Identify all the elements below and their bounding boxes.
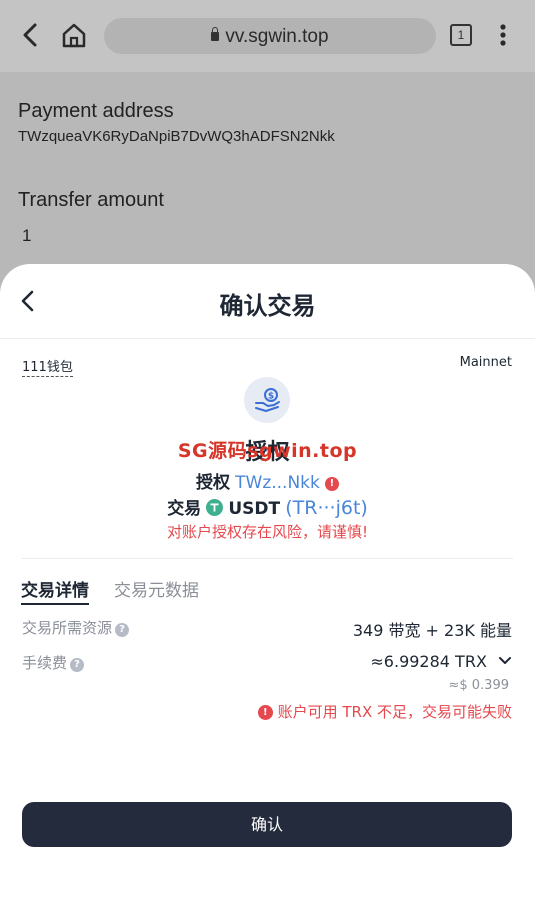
warning-icon: ! [324,477,339,491]
home-icon[interactable] [60,21,88,49]
token-symbol: USDT [228,499,281,519]
transfer-amount-value: 1 [22,226,32,245]
fee-usd: ≈$ 0.399 [448,678,509,693]
background-page: Payment address TWzqueaVK6RyDaNpiB7DvWQ3… [0,72,535,292]
lock-icon [211,27,220,41]
resources-value: 349 带宽 + 23K 能量 [352,621,512,640]
browser-toolbar: vv.sgwin.top 1 [0,0,535,72]
fee-label: 手续费 [22,654,68,672]
sheet-title: 确认交易 [219,292,316,320]
sheet-header: 确认交易 [0,264,535,339]
risk-row: 对账户授权存在风险，请谨慎! [0,521,535,542]
fee-value-row[interactable]: ≈6.99284 TRX [370,652,512,671]
hand-coin-icon: $ [244,377,290,423]
trade-label: 交易 [167,499,202,519]
warning-icon: ! [257,705,273,720]
transfer-amount-label: Transfer amount [18,189,164,211]
fee-warning-row: ! 账户可用 TRX 不足，交易可能失败 [257,701,512,722]
resources-label: 交易所需资源 [22,619,113,637]
help-icon[interactable]: ? [70,658,85,672]
divider [22,558,513,559]
watermark-text: SG源码sgwin.top [177,440,358,462]
token-address[interactable]: (TR···j6t) [285,497,368,519]
tab-transaction-details[interactable]: 交易详情 [21,576,89,605]
authorize-row: 授权 TWz...Nkk ! [0,468,535,493]
payment-address-value: TWzqueaVK6RyDaNpiB7DvWQ3hADFSN2Nkk [18,128,335,145]
risk-warning: 对账户授权存在风险，请谨慎! [166,523,368,541]
authorize-label: 授权 [196,473,231,493]
fee-value: ≈6.99284 TRX [370,652,487,671]
confirm-button[interactable]: 确认 [22,802,512,847]
tether-icon [206,499,224,516]
url-bar[interactable]: vv.sgwin.top [104,18,436,54]
fee-label-row: 手续费? [22,652,85,673]
help-icon[interactable]: ? [115,623,130,637]
authorize-address[interactable]: TWz...Nkk [235,473,320,493]
tab-count-icon[interactable]: 1 [450,24,472,46]
fee-warning: 账户可用 TRX 不足，交易可能失败 [277,703,512,721]
confirm-transaction-sheet: 确认交易 111钱包 Mainnet $ 授权 SG源码sgwin.top 授权… [0,264,535,908]
url-text: vv.sgwin.top [225,26,329,47]
network-label: Mainnet [459,355,512,370]
svg-text:$: $ [268,392,274,402]
more-vert-icon[interactable] [494,22,512,48]
trade-row: 交易 USDT (TR···j6t) [0,494,535,519]
wallet-name[interactable]: 111钱包 [22,356,73,377]
payment-address-label: Payment address [18,100,174,122]
resources-label-row: 交易所需资源? [22,617,130,638]
back-arrow-icon[interactable] [18,22,44,48]
tab-transaction-metadata[interactable]: 交易元数据 [114,576,199,601]
chevron-down-icon[interactable] [498,656,512,666]
